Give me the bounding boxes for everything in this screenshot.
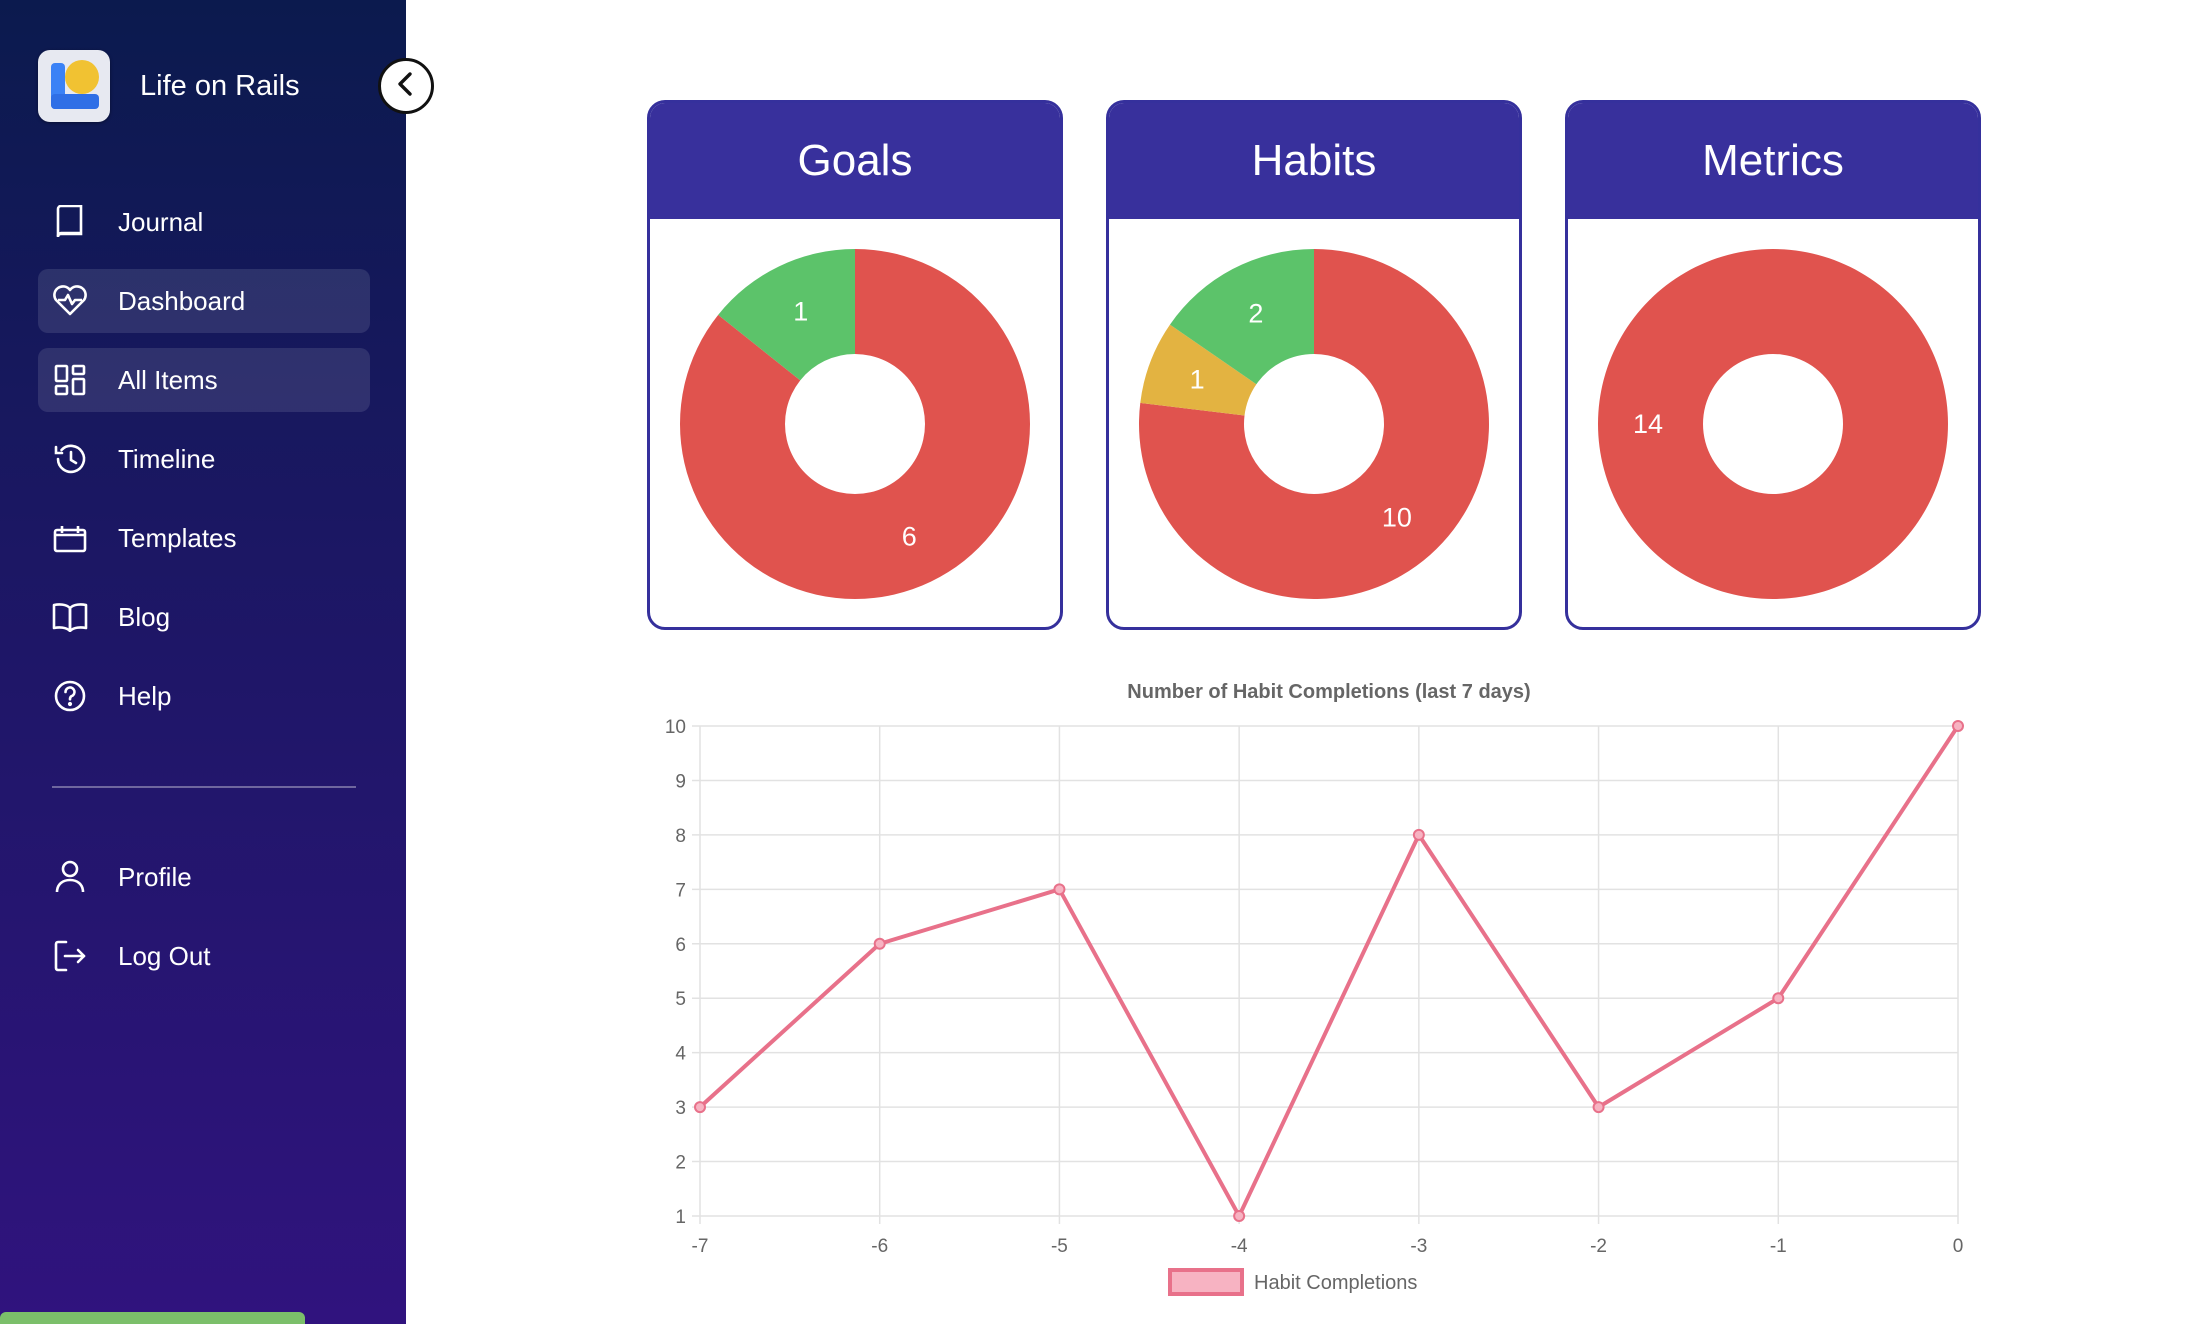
x-tick-label: -2 <box>1590 1236 1607 1257</box>
data-point[interactable] <box>873 937 886 950</box>
habit-completions-line-chart[interactable]: Number of Habit Completions (last 7 days… <box>640 672 2000 1322</box>
x-tick-label: -3 <box>1410 1236 1427 1257</box>
logout-icon <box>52 938 88 974</box>
habits-card-title: Habits <box>1251 136 1377 185</box>
sidebar-item-timeline[interactable]: Timeline <box>38 427 370 491</box>
brand[interactable]: Life on Rails <box>38 50 300 122</box>
goals-card-header: Goals <box>650 103 1060 219</box>
sidebar-nav: Journal Dashboard All Items Timeline Tem… <box>38 190 370 743</box>
habits-card[interactable]: Habits 10 1 2 <box>1106 100 1522 630</box>
y-tick-label: 1 <box>675 1207 686 1228</box>
user-icon <box>52 859 88 895</box>
sidebar-item-label: Blog <box>118 601 171 632</box>
metrics-card[interactable]: Metrics 14 <box>1565 100 1981 630</box>
book-open-icon <box>52 599 88 635</box>
goals-donut-label: 6 <box>902 522 917 552</box>
sidebar-item-label: Timeline <box>118 443 216 474</box>
data-point[interactable] <box>1412 828 1425 841</box>
y-tick-label: 7 <box>675 880 686 901</box>
chart-title: Number of Habit Completions (last 7 days… <box>1127 681 1530 703</box>
sidebar-item-all-items[interactable]: All Items <box>38 348 370 412</box>
goals-donut-chart[interactable]: 61 <box>650 219 1060 627</box>
sidebar-bottom-nav: Profile Log Out <box>38 845 370 1003</box>
habits-donut-chart[interactable]: 10 1 2 <box>1109 219 1519 627</box>
template-icon <box>52 520 88 556</box>
y-tick-label: 9 <box>675 771 686 792</box>
y-tick-label: 2 <box>675 1153 686 1174</box>
data-point[interactable] <box>1952 720 1964 732</box>
collapse-sidebar-button[interactable] <box>378 58 434 114</box>
data-point[interactable] <box>1772 992 1785 1005</box>
sidebar-item-label: Profile <box>118 861 192 892</box>
data-point[interactable] <box>1233 1210 1246 1222</box>
legend-swatch[interactable] <box>1168 1268 1244 1296</box>
x-tick-label: -4 <box>1231 1236 1248 1257</box>
x-tick-label: -1 <box>1770 1236 1787 1257</box>
sidebar: Life on Rails Journal Dashboard All Item… <box>0 0 406 1324</box>
sidebar-divider <box>52 786 356 788</box>
x-tick-label: 0 <box>1953 1236 1964 1257</box>
sidebar-item-label: Journal <box>118 206 204 237</box>
legend-label[interactable]: Habit Completions <box>1254 1272 1417 1294</box>
data-point[interactable] <box>1592 1101 1605 1114</box>
metrics-card-title: Metrics <box>1702 136 1844 185</box>
sidebar-item-label: Help <box>118 680 172 711</box>
history-icon <box>52 441 88 477</box>
sidebar-item-label: Templates <box>118 522 237 553</box>
y-tick-label: 10 <box>665 717 686 738</box>
chevron-left-icon <box>395 71 417 102</box>
sidebar-item-label: Dashboard <box>118 285 246 316</box>
grid-icon <box>52 362 88 398</box>
series-line <box>698 724 1960 1218</box>
heart-pulse-icon <box>52 283 88 319</box>
sidebar-item-label: Log Out <box>118 940 211 971</box>
habits-donut-label: 1 <box>1190 365 1205 395</box>
sidebar-item-journal[interactable]: Journal <box>38 190 370 254</box>
goals-card-title: Goals <box>797 136 913 185</box>
help-icon <box>52 678 88 714</box>
status-bar <box>0 1312 305 1324</box>
x-tick-label: -5 <box>1051 1236 1068 1257</box>
y-tick-label: 4 <box>675 1044 686 1065</box>
metrics-card-header: Metrics <box>1568 103 1978 219</box>
y-tick-label: 6 <box>675 935 686 956</box>
habits-donut-label: 2 <box>1248 298 1263 328</box>
habits-card-header: Habits <box>1109 103 1519 219</box>
data-point[interactable] <box>1053 883 1066 896</box>
goals-card[interactable]: Goals 61 <box>647 100 1063 630</box>
sidebar-item-label: All Items <box>118 364 218 395</box>
sidebar-item-log-out[interactable]: Log Out <box>38 924 370 988</box>
journal-icon <box>52 204 88 240</box>
sidebar-item-dashboard[interactable]: Dashboard <box>38 269 370 333</box>
app-name: Life on Rails <box>140 69 300 102</box>
goals-donut-label: 1 <box>793 296 808 326</box>
x-tick-label: -7 <box>692 1236 709 1257</box>
sidebar-item-blog[interactable]: Blog <box>38 585 370 649</box>
y-tick-label: 8 <box>675 826 686 847</box>
metrics-donut-chart[interactable]: 14 <box>1568 219 1978 627</box>
habits-donut-label: 10 <box>1382 503 1412 533</box>
app-logo-icon <box>38 50 110 122</box>
app-root: Life on Rails Journal Dashboard All Item… <box>0 0 2194 1324</box>
sidebar-item-help[interactable]: Help <box>38 664 370 728</box>
y-tick-label: 5 <box>675 989 686 1010</box>
y-tick-label: 3 <box>675 1098 686 1119</box>
data-point[interactable] <box>694 1101 706 1114</box>
x-tick-label: -6 <box>871 1236 888 1257</box>
sidebar-item-templates[interactable]: Templates <box>38 506 370 570</box>
sidebar-item-profile[interactable]: Profile <box>38 845 370 909</box>
metrics-donut-label: 14 <box>1633 409 1663 439</box>
